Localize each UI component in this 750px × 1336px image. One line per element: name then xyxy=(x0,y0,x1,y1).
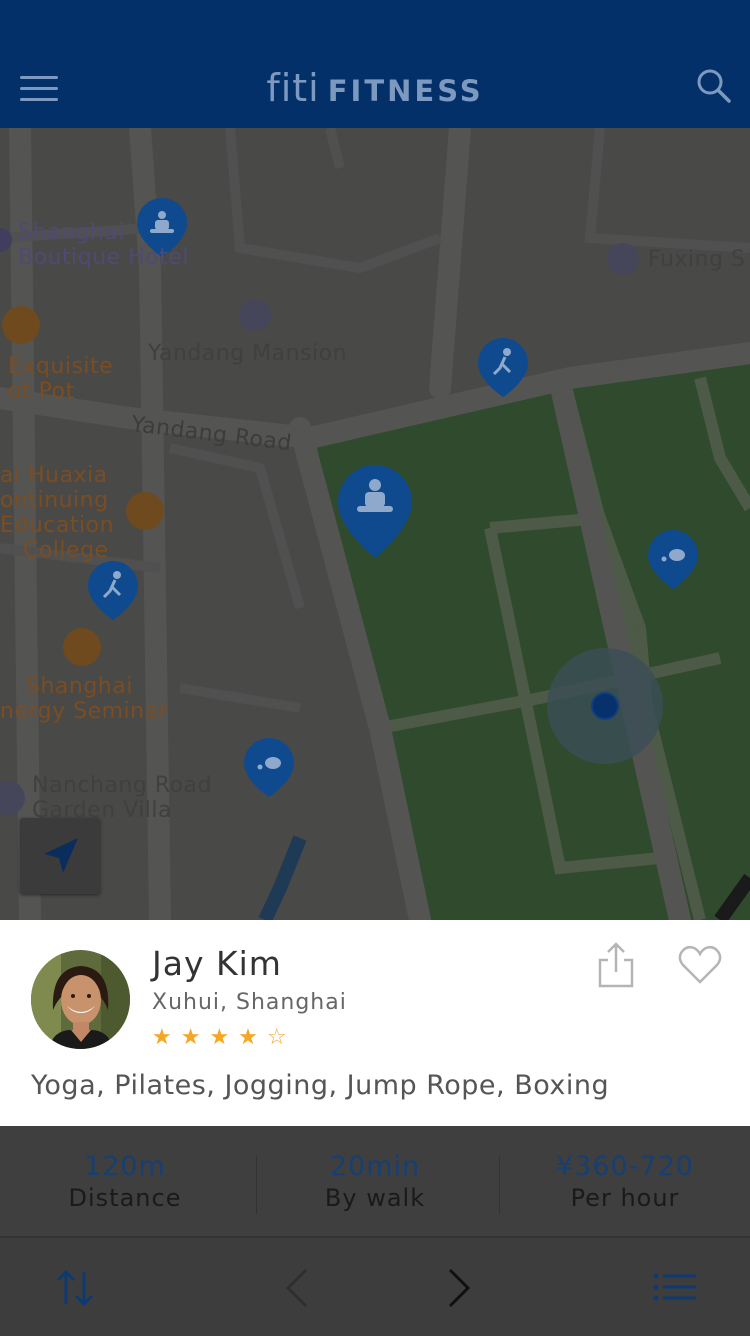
map-label-line: ontinuing xyxy=(0,488,109,513)
logo-word: FITNESS xyxy=(327,74,484,108)
stat-price: ¥360-720 Per hour xyxy=(500,1152,750,1214)
app-header: fiti FITNESS xyxy=(0,0,750,128)
sort-icon[interactable] xyxy=(54,1268,96,1312)
list-view-icon[interactable] xyxy=(652,1272,698,1306)
app-logo: fiti FITNESS xyxy=(0,66,750,110)
trainer-name[interactable]: Jay Kim xyxy=(152,944,282,983)
map-label-line: ai Huaxia xyxy=(0,463,108,488)
next-chevron-icon[interactable] xyxy=(446,1266,472,1314)
map-label-huaxia-college: ai Huaxia ontinuing Education College xyxy=(0,463,114,563)
map-label-line: Boutique Hotel xyxy=(18,245,189,270)
bottom-toolbar xyxy=(0,1236,750,1336)
map-label-line: nergy Seminar xyxy=(0,699,169,724)
logo-script: fiti xyxy=(266,66,320,110)
rating-stars: ★★★★☆ xyxy=(152,1025,296,1050)
stat-value: ¥360-720 xyxy=(556,1151,694,1182)
map-label-exquisite: Exquisite ot Pot xyxy=(8,354,113,404)
search-icon[interactable] xyxy=(696,68,732,104)
map-label-line: Nanchang Road xyxy=(32,773,213,798)
stat-distance: 120m Distance xyxy=(0,1152,250,1214)
stat-value: 120m xyxy=(84,1151,166,1182)
map-view[interactable]: Shanghai Boutique Hotel Fuxing S Yandang… xyxy=(0,128,750,920)
trainer-activities: Yoga, Pilates, Jogging, Jump Rope, Boxin… xyxy=(31,1070,610,1101)
map-label-boutique-hotel: Shanghai Boutique Hotel xyxy=(18,220,189,270)
trainer-avatar xyxy=(31,950,130,1049)
trainer-location: Xuhui, Shanghai xyxy=(152,990,347,1015)
stat-value: 20min xyxy=(329,1151,421,1182)
locate-me-button[interactable] xyxy=(20,818,100,894)
stat-label: By walk xyxy=(324,1184,426,1212)
map-label-line: Exquisite xyxy=(8,354,114,379)
map-label-line: Education xyxy=(0,513,115,538)
stat-label: Distance xyxy=(68,1184,182,1212)
map-label-energy-seminar: Shanghai nergy Seminar xyxy=(0,674,168,724)
map-label-line: Shanghai xyxy=(26,674,133,699)
stats-bar: 120m Distance 20min By walk ¥360-720 Per… xyxy=(0,1126,750,1236)
share-icon[interactable] xyxy=(596,940,636,990)
map-label-line: Shanghai xyxy=(18,220,125,245)
navigation-arrow-icon xyxy=(44,838,78,873)
stat-walk-time: 20min By walk xyxy=(250,1152,500,1214)
map-label-line: College xyxy=(23,538,109,563)
heart-icon[interactable] xyxy=(678,945,722,985)
map-label-nanchang-villa: Nanchang Road Garden Villa xyxy=(32,773,212,823)
stat-label: Per hour xyxy=(570,1184,680,1212)
previous-chevron-icon[interactable] xyxy=(284,1266,310,1314)
water xyxy=(258,835,307,920)
map-label-fuxing: Fuxing S xyxy=(648,247,746,272)
map-label-yandang-mansion: Yandang Mansion xyxy=(148,341,348,366)
map-label-line: ot Pot xyxy=(8,379,75,404)
